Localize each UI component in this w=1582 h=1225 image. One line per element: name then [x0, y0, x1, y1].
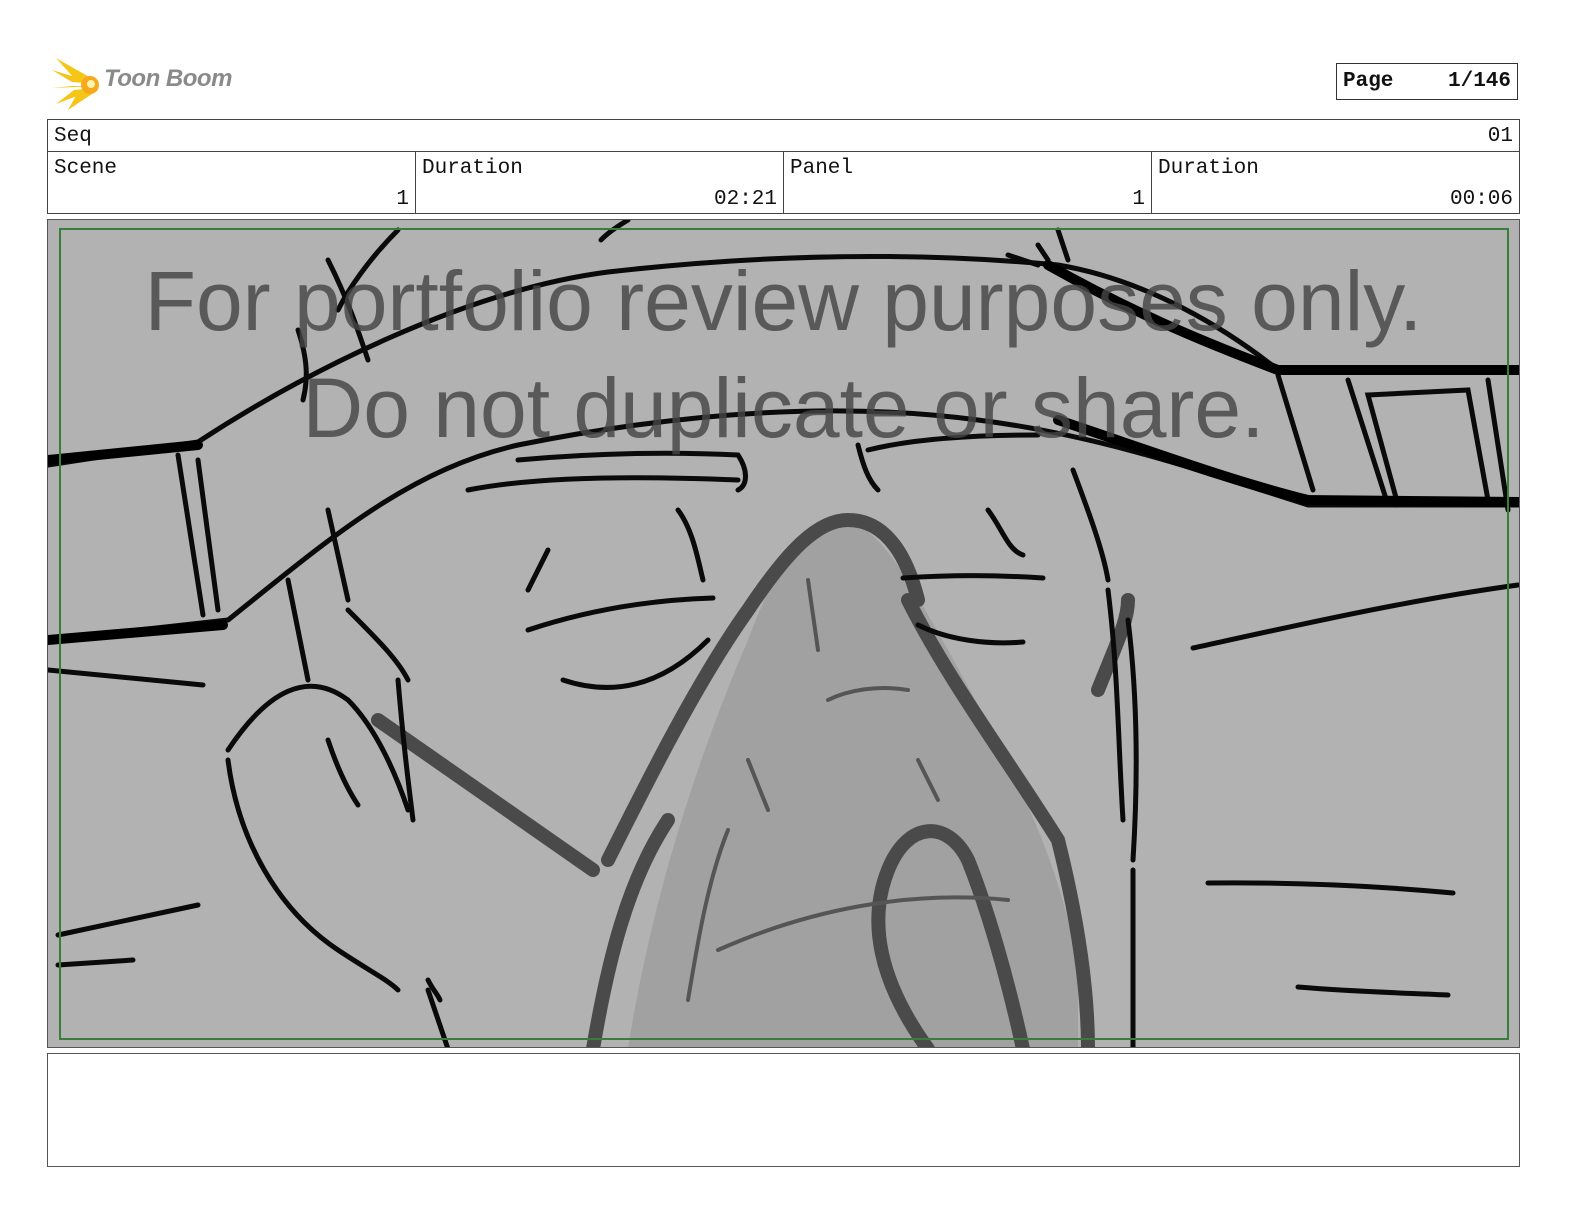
seq-value: 01 [1487, 125, 1513, 148]
scene-duration-value: 02:21 [713, 188, 777, 211]
panel-label: Panel [790, 157, 854, 180]
scene-cell: Scene 1 [48, 152, 416, 213]
scene-panel-row: Scene 1 Duration 02:21 Panel 1 Duration … [48, 152, 1519, 213]
page-number: 1/146 [1447, 70, 1511, 93]
scene-duration-cell: Duration 02:21 [416, 152, 784, 213]
seq-label: Seq [54, 125, 92, 148]
panel-cell: Panel 1 [784, 152, 1152, 213]
panel-duration-label: Duration [1158, 157, 1259, 180]
panel-value: 1 [1132, 188, 1145, 211]
starburst-icon [52, 58, 99, 110]
logo-text: Toon Boom [104, 65, 232, 92]
panel-sketch [48, 220, 1519, 1047]
panel-notes-box [47, 1053, 1520, 1167]
sequence-row: Seq 01 [48, 120, 1519, 152]
scene-duration-label: Duration [422, 157, 523, 180]
storyboard-panel: For portfolio review purposes only. Do n… [47, 219, 1520, 1048]
toon-boom-logo: Toon Boom [50, 56, 250, 110]
scene-label: Scene [54, 157, 118, 180]
scene-value: 1 [396, 188, 409, 211]
panel-duration-value: 00:06 [1449, 188, 1513, 211]
panel-duration-cell: Duration 00:06 [1152, 152, 1519, 213]
page-indicator: Page 1/146 [1336, 63, 1518, 100]
page-label: Page [1343, 70, 1394, 93]
storyboard-info-table: Seq 01 Scene 1 Duration 02:21 Panel 1 Du… [47, 119, 1520, 214]
